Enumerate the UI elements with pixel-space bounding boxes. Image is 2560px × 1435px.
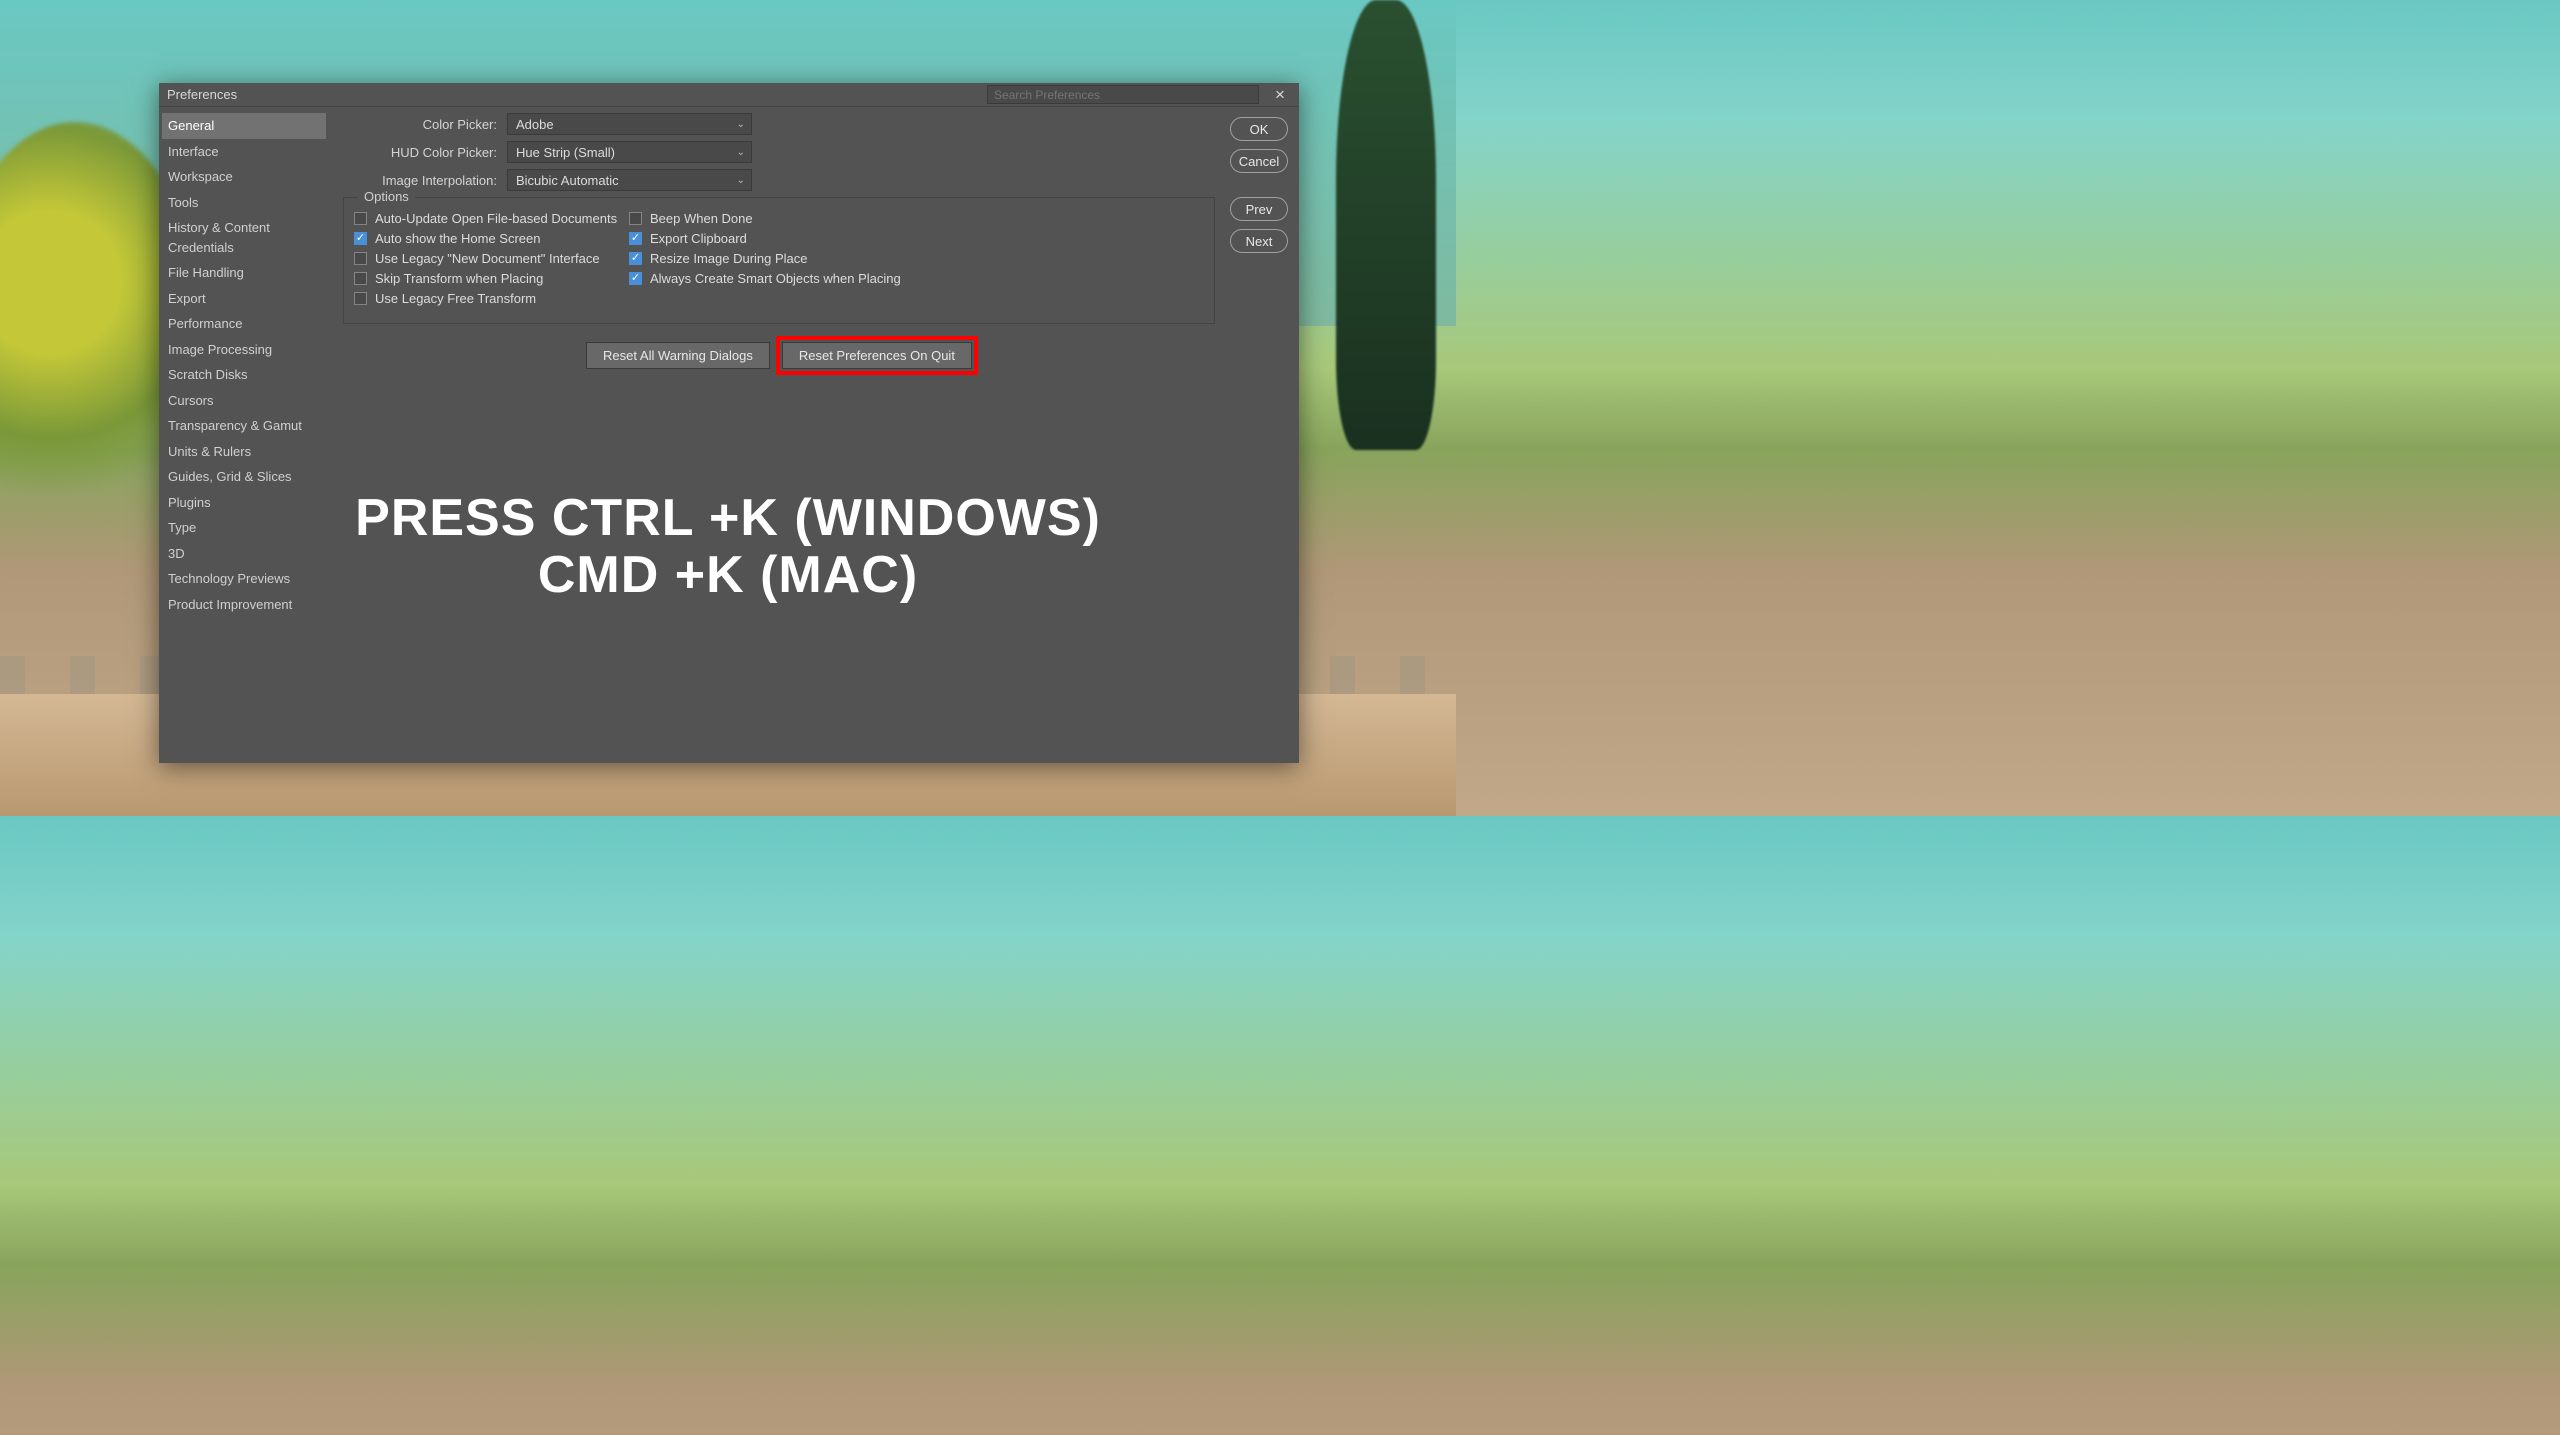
dialog-buttons: OK Cancel Prev Next bbox=[1229, 107, 1299, 763]
preferences-dialog: Preferences × GeneralInterfaceWorkspaceT… bbox=[159, 83, 1299, 763]
option-label: Beep When Done bbox=[650, 211, 753, 226]
checkbox-icon bbox=[354, 252, 367, 265]
sidebar-item-guides-grid-slices[interactable]: Guides, Grid & Slices bbox=[162, 464, 326, 490]
cancel-button[interactable]: Cancel bbox=[1230, 149, 1288, 173]
sidebar-item-performance[interactable]: Performance bbox=[162, 311, 326, 337]
hud-picker-value: Hue Strip (Small) bbox=[516, 145, 615, 160]
checkbox-icon bbox=[354, 292, 367, 305]
color-picker-label: Color Picker: bbox=[343, 117, 507, 132]
option-always-create-smart-objects-wh[interactable]: Always Create Smart Objects when Placing bbox=[629, 271, 901, 286]
option-label: Export Clipboard bbox=[650, 231, 747, 246]
sidebar-item-tools[interactable]: Tools bbox=[162, 190, 326, 216]
sidebar: GeneralInterfaceWorkspaceToolsHistory & … bbox=[159, 107, 329, 763]
option-beep-when-done[interactable]: Beep When Done bbox=[629, 211, 901, 226]
sidebar-item-history-content-credentials[interactable]: History & Content Credentials bbox=[162, 215, 326, 260]
option-export-clipboard[interactable]: Export Clipboard bbox=[629, 231, 901, 246]
ok-button[interactable]: OK bbox=[1230, 117, 1288, 141]
sidebar-item-general[interactable]: General bbox=[162, 113, 326, 139]
sidebar-item-type[interactable]: Type bbox=[162, 515, 326, 541]
checkbox-icon bbox=[629, 272, 642, 285]
color-picker-dropdown[interactable]: Adobe ⌄ bbox=[507, 113, 752, 135]
sidebar-item-technology-previews[interactable]: Technology Previews bbox=[162, 566, 326, 592]
interpolation-value: Bicubic Automatic bbox=[516, 173, 619, 188]
color-picker-value: Adobe bbox=[516, 117, 554, 132]
option-resize-image-during-place[interactable]: Resize Image During Place bbox=[629, 251, 901, 266]
options-legend: Options bbox=[358, 189, 415, 204]
option-label: Resize Image During Place bbox=[650, 251, 808, 266]
sidebar-item-file-handling[interactable]: File Handling bbox=[162, 260, 326, 286]
checkbox-icon bbox=[354, 232, 367, 245]
interpolation-label: Image Interpolation: bbox=[343, 173, 507, 188]
sidebar-item-workspace[interactable]: Workspace bbox=[162, 164, 326, 190]
checkbox-icon bbox=[629, 212, 642, 225]
option-auto-update-open-file-based-do[interactable]: Auto-Update Open File-based Documents bbox=[354, 211, 619, 226]
option-label: Auto show the Home Screen bbox=[375, 231, 540, 246]
chevron-down-icon: ⌄ bbox=[737, 147, 745, 158]
sidebar-item-interface[interactable]: Interface bbox=[162, 139, 326, 165]
titlebar: Preferences × bbox=[159, 83, 1299, 107]
options-group: Options Auto-Update Open File-based Docu… bbox=[343, 197, 1215, 324]
sidebar-item-cursors[interactable]: Cursors bbox=[162, 388, 326, 414]
chevron-down-icon: ⌄ bbox=[737, 175, 745, 186]
checkbox-icon bbox=[629, 252, 642, 265]
sidebar-item-plugins[interactable]: Plugins bbox=[162, 490, 326, 516]
option-label: Skip Transform when Placing bbox=[375, 271, 543, 286]
sidebar-item-image-processing[interactable]: Image Processing bbox=[162, 337, 326, 363]
option-use-legacy-new-document-interf[interactable]: Use Legacy "New Document" Interface bbox=[354, 251, 619, 266]
checkbox-icon bbox=[629, 232, 642, 245]
option-label: Use Legacy Free Transform bbox=[375, 291, 536, 306]
checkbox-icon bbox=[354, 272, 367, 285]
sidebar-item-3d[interactable]: 3D bbox=[162, 541, 326, 567]
option-label: Always Create Smart Objects when Placing bbox=[650, 271, 901, 286]
sidebar-item-scratch-disks[interactable]: Scratch Disks bbox=[162, 362, 326, 388]
search-input[interactable] bbox=[987, 85, 1259, 104]
option-use-legacy-free-transform[interactable]: Use Legacy Free Transform bbox=[354, 291, 619, 306]
checkbox-icon bbox=[354, 212, 367, 225]
sidebar-item-product-improvement[interactable]: Product Improvement bbox=[162, 592, 326, 618]
dialog-title: Preferences bbox=[167, 87, 237, 102]
reset-warnings-button[interactable]: Reset All Warning Dialogs bbox=[586, 342, 770, 369]
sidebar-item-units-rulers[interactable]: Units & Rulers bbox=[162, 439, 326, 465]
hud-picker-dropdown[interactable]: Hue Strip (Small) ⌄ bbox=[507, 141, 752, 163]
interpolation-dropdown[interactable]: Bicubic Automatic ⌄ bbox=[507, 169, 752, 191]
option-label: Auto-Update Open File-based Documents bbox=[375, 211, 617, 226]
next-button[interactable]: Next bbox=[1230, 229, 1288, 253]
reset-preferences-button[interactable]: Reset Preferences On Quit bbox=[782, 342, 972, 369]
option-skip-transform-when-placing[interactable]: Skip Transform when Placing bbox=[354, 271, 619, 286]
prev-button[interactable]: Prev bbox=[1230, 197, 1288, 221]
main-panel: Color Picker: Adobe ⌄ HUD Color Picker: … bbox=[329, 107, 1229, 763]
close-icon[interactable]: × bbox=[1267, 85, 1293, 105]
sidebar-item-transparency-gamut[interactable]: Transparency & Gamut bbox=[162, 413, 326, 439]
option-label: Use Legacy "New Document" Interface bbox=[375, 251, 600, 266]
chevron-down-icon: ⌄ bbox=[737, 119, 745, 130]
hud-picker-label: HUD Color Picker: bbox=[343, 145, 507, 160]
sidebar-item-export[interactable]: Export bbox=[162, 286, 326, 312]
option-auto-show-the-home-screen[interactable]: Auto show the Home Screen bbox=[354, 231, 619, 246]
